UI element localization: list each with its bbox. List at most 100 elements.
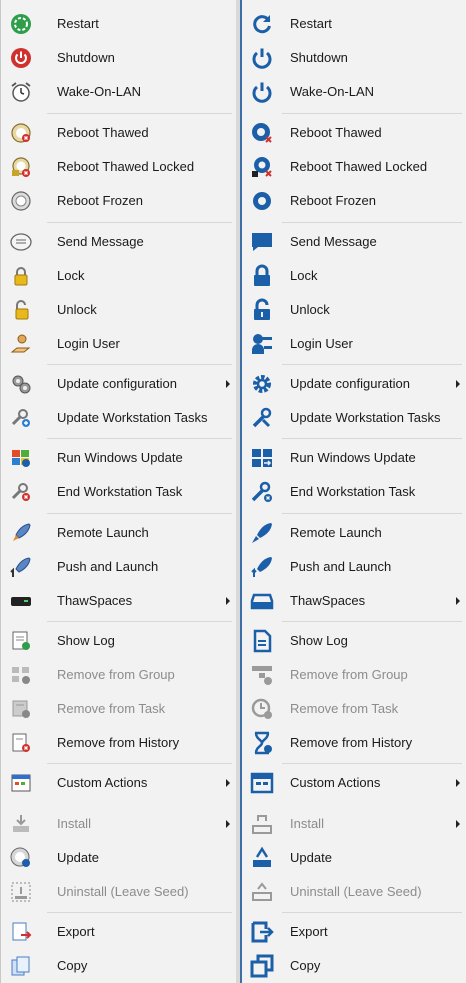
drive-icon (9, 589, 33, 613)
menu-item-label: Show Log (57, 633, 115, 648)
menu-separator (282, 364, 462, 365)
unlock-icon (9, 298, 33, 322)
menu-item-label: Wake-On-LAN (290, 84, 375, 99)
menu-item-lock[interactable]: Lock (242, 259, 466, 293)
menu-item-reboot-thawed[interactable]: Reboot Thawed (242, 116, 466, 150)
menu-item-label: Remove from Task (57, 701, 166, 716)
reboot-frozen-icon (9, 189, 33, 213)
remove-group-icon (250, 663, 274, 687)
menu-item-copy[interactable]: Copy (242, 949, 466, 983)
menu-item-end-workstation-task[interactable]: End Workstation Task (242, 475, 466, 509)
menu-item-label: ThawSpaces (290, 593, 366, 608)
menu-item-thawspaces[interactable]: ThawSpaces (1, 584, 236, 618)
menu-item-update-workstation-tasks[interactable]: Update Workstation Tasks (1, 401, 236, 435)
menu-item-label: End Workstation Task (57, 484, 183, 499)
menu-item-update[interactable]: Update (242, 841, 466, 875)
menu-item-wake-on-lan[interactable]: Wake-On-LAN (1, 75, 236, 109)
menu-item-shutdown[interactable]: Shutdown (242, 41, 466, 75)
menu-item-login-user[interactable]: Login User (242, 327, 466, 361)
menu-item-reboot-thawed-locked[interactable]: Reboot Thawed Locked (1, 150, 236, 184)
menu-item-restart[interactable]: Restart (242, 7, 466, 41)
submenu-arrow-icon (456, 820, 460, 828)
menu-item-push-and-launch[interactable]: Push and Launch (242, 550, 466, 584)
menu-item-shutdown[interactable]: Shutdown (1, 41, 236, 75)
menu-item-run-windows-update[interactable]: Run Windows Update (242, 441, 466, 475)
custom-actions-icon (250, 771, 274, 795)
remove-group-icon (9, 663, 33, 687)
power-icon (250, 80, 274, 104)
menu-item-label: Push and Launch (290, 559, 392, 574)
menu-item-show-log[interactable]: Show Log (242, 624, 466, 658)
menu-item-remote-launch[interactable]: Remote Launch (242, 516, 466, 550)
menu-item-label: Shutdown (57, 50, 115, 65)
context-menu-flat-icons: Restart Shutdown Wake-On-LAN Reboot Thawed R… (240, 0, 466, 983)
menu-item-label: Export (57, 924, 95, 939)
submenu-arrow-icon (456, 597, 460, 605)
context-menu-classic-icons: Restart Shutdown Wake-On-LAN Reboot Thawed R… (0, 0, 236, 983)
menu-item-unlock[interactable]: Unlock (1, 293, 236, 327)
menu-item-unlock[interactable]: Unlock (242, 293, 466, 327)
menu-item-custom-actions[interactable]: Custom Actions (1, 766, 236, 800)
menu-item-remove-from-history[interactable]: Remove from History (1, 726, 236, 760)
menu-item-reboot-frozen[interactable]: Reboot Frozen (1, 184, 236, 218)
menu-item-show-log[interactable]: Show Log (1, 624, 236, 658)
submenu-arrow-icon (456, 779, 460, 787)
log-icon (250, 629, 274, 653)
reboot-thawed-icon (250, 121, 274, 145)
menu-separator (282, 513, 462, 514)
submenu-arrow-icon (226, 597, 230, 605)
menu-item-label: Install (57, 816, 91, 831)
menu-item-reboot-thawed[interactable]: Reboot Thawed (1, 116, 236, 150)
menu-item-end-workstation-task[interactable]: End Workstation Task (1, 475, 236, 509)
menu-item-update-configuration[interactable]: Update configuration (242, 367, 466, 401)
menu-item-update[interactable]: Update (1, 841, 236, 875)
menu-item-restart[interactable]: Restart (1, 7, 236, 41)
menu-item-label: Export (290, 924, 328, 939)
submenu-arrow-icon (226, 820, 230, 828)
menu-separator (282, 113, 462, 114)
menu-item-thawspaces[interactable]: ThawSpaces (242, 584, 466, 618)
menu-item-send-message[interactable]: Send Message (1, 225, 236, 259)
menu-separator (282, 438, 462, 439)
install-icon (9, 812, 33, 836)
uninstall-icon (9, 880, 33, 904)
menu-item-reboot-thawed-locked[interactable]: Reboot Thawed Locked (242, 150, 466, 184)
menu-item-login-user[interactable]: Login User (1, 327, 236, 361)
menu-item-wake-on-lan[interactable]: Wake-On-LAN (242, 75, 466, 109)
menu-item-send-message[interactable]: Send Message (242, 225, 466, 259)
gears-icon (9, 372, 33, 396)
custom-actions-icon (9, 771, 33, 795)
menu-item-remote-launch[interactable]: Remote Launch (1, 516, 236, 550)
windows-update-icon (9, 446, 33, 470)
menu-item-uninstall-leave-seed: Uninstall (Leave Seed) (242, 875, 466, 909)
menu-item-label: Wake-On-LAN (57, 84, 142, 99)
tools-icon (9, 406, 33, 430)
menu-item-export[interactable]: Export (242, 915, 466, 949)
menu-item-export[interactable]: Export (1, 915, 236, 949)
menu-item-label: Update configuration (290, 376, 410, 391)
menu-item-update-configuration[interactable]: Update configuration (1, 367, 236, 401)
rocket-icon (250, 521, 274, 545)
update-icon (250, 846, 274, 870)
menu-item-run-windows-update[interactable]: Run Windows Update (1, 441, 236, 475)
menu-item-label: Remove from Task (290, 701, 399, 716)
menu-item-update-workstation-tasks[interactable]: Update Workstation Tasks (242, 401, 466, 435)
restart-icon (9, 12, 33, 36)
menu-item-remove-from-history[interactable]: Remove from History (242, 726, 466, 760)
message-icon (250, 230, 274, 254)
menu-item-lock[interactable]: Lock (1, 259, 236, 293)
menu-item-push-and-launch[interactable]: Push and Launch (1, 550, 236, 584)
menu-item-remove-from-group: Remove from Group (1, 658, 236, 692)
menu-item-uninstall-leave-seed: Uninstall (Leave Seed) (1, 875, 236, 909)
menu-item-label: Uninstall (Leave Seed) (290, 884, 422, 899)
menu-item-label: Install (290, 816, 324, 831)
lock-icon (9, 264, 33, 288)
menu-item-label: Show Log (290, 633, 348, 648)
menu-item-custom-actions[interactable]: Custom Actions (242, 766, 466, 800)
menu-separator (47, 438, 232, 439)
menu-item-label: Copy (290, 958, 321, 973)
menu-separator (282, 912, 462, 913)
menu-item-copy[interactable]: Copy (1, 949, 236, 983)
menu-item-reboot-frozen[interactable]: Reboot Frozen (242, 184, 466, 218)
menu-item-label: Lock (290, 268, 318, 283)
